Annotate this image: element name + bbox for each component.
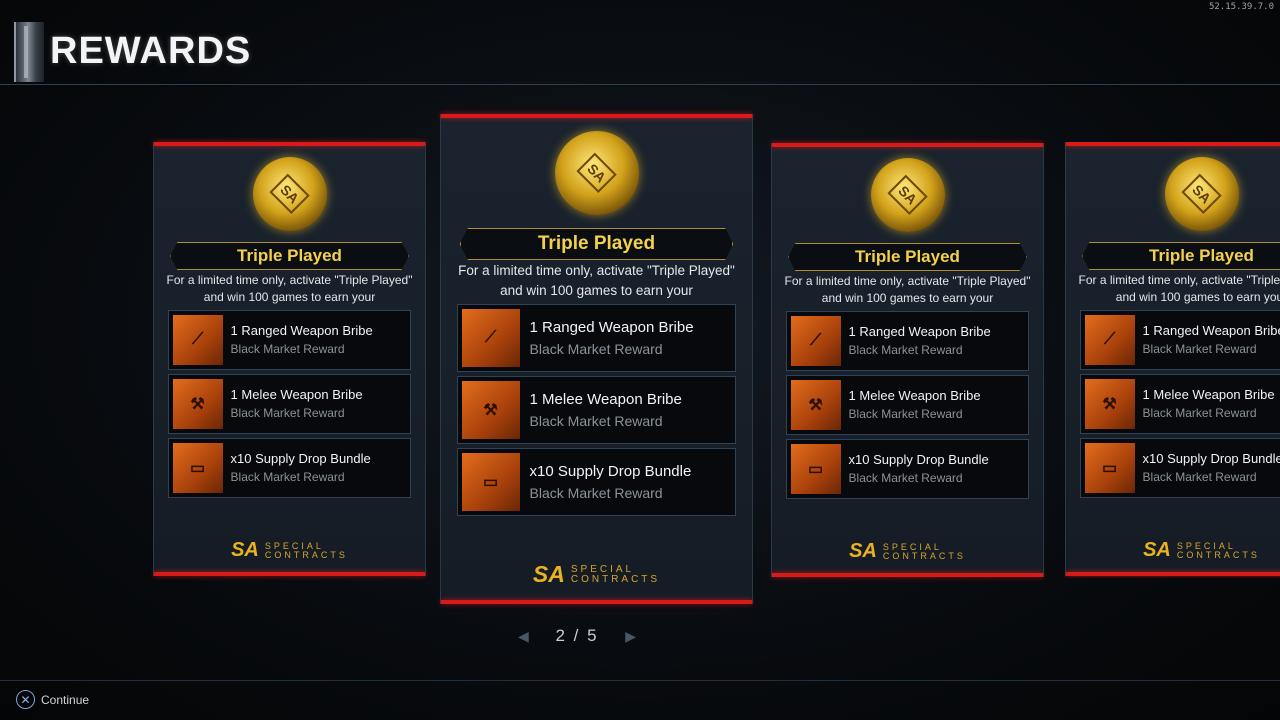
next-page-arrow-icon[interactable]: ▶ <box>625 628 636 645</box>
reward-item[interactable]: ▭ x10 Supply Drop Bundle Black Market Re… <box>785 439 1030 499</box>
continue-label: Continue <box>41 692 90 707</box>
card-bottom-accent <box>154 572 425 576</box>
special-contracts-logo: SA SPECIAL CONTRACTS <box>849 540 966 562</box>
item-subtitle: Black Market Reward <box>848 407 963 421</box>
reward-item[interactable]: ⚒ 1 Melee Weapon Bribe Black Market Rewa… <box>1079 374 1280 434</box>
item-subtitle: Black Market Reward <box>529 413 663 429</box>
card-bottom-accent <box>1066 572 1280 576</box>
card-top-accent <box>1066 142 1280 146</box>
reward-card-4[interactable]: SA Triple Played For a limited time only… <box>1065 142 1280 576</box>
chest-icon: ▭ <box>461 453 520 511</box>
pickaxe-icon: ⚒ <box>1084 379 1135 429</box>
card-bottom-accent <box>772 573 1043 577</box>
item-subtitle: Black Market Reward <box>230 470 345 484</box>
reward-item[interactable]: ⚒ 1 Melee Weapon Bribe Black Market Rewa… <box>456 376 737 444</box>
header: REWARDS <box>0 0 1280 86</box>
item-subtitle: Black Market Reward <box>230 406 345 420</box>
reward-card-4-clip: SA Triple Played For a limited time only… <box>1064 142 1280 578</box>
rifle-icon: ⟋ <box>790 316 841 366</box>
card-bottom-accent <box>441 600 752 604</box>
rifle-icon: ⟋ <box>461 309 520 367</box>
reward-item[interactable]: ▭ x10 Supply Drop Bundle Black Market Re… <box>1079 438 1280 498</box>
rifle-icon: ⟋ <box>172 315 223 365</box>
card-description: For a limited time only, activate "Tripl… <box>166 273 413 305</box>
item-name: 1 Ranged Weapon Bribe <box>1142 323 1280 338</box>
cross-button-icon: ✕ <box>16 690 35 709</box>
reward-card-2[interactable]: SA Triple Played For a limited time only… <box>440 114 753 604</box>
prev-page-arrow-icon[interactable]: ◀ <box>518 628 529 645</box>
card-top-accent <box>154 142 425 146</box>
item-subtitle: Black Market Reward <box>848 471 963 485</box>
item-subtitle: Black Market Reward <box>529 341 663 357</box>
pager: ◀ 2 / 5 ▶ <box>518 624 636 648</box>
reward-card-3[interactable]: SA Triple Played For a limited time only… <box>771 143 1044 577</box>
item-subtitle: Black Market Reward <box>1142 342 1257 356</box>
card-title: Triple Played <box>788 243 1027 271</box>
contract-medal-icon: SA <box>554 131 639 215</box>
card-top-accent <box>772 143 1043 147</box>
item-name: 1 Ranged Weapon Bribe <box>848 324 991 339</box>
item-subtitle: Black Market Reward <box>1142 470 1257 484</box>
rifle-icon: ⟋ <box>1084 315 1135 365</box>
contract-medal-icon: SA <box>870 158 945 232</box>
page-indicator: 2 / 5 <box>555 626 599 645</box>
page-title: REWARDS <box>50 30 252 72</box>
item-name: x10 Supply Drop Bundle <box>848 452 989 467</box>
reward-item[interactable]: ▭ x10 Supply Drop Bundle Black Market Re… <box>167 438 412 498</box>
reward-item[interactable]: ⟋ 1 Ranged Weapon Bribe Black Market Rew… <box>456 304 737 372</box>
reward-item[interactable]: ⟋ 1 Ranged Weapon Bribe Black Market Rew… <box>785 311 1030 371</box>
reward-item[interactable]: ⟋ 1 Ranged Weapon Bribe Black Market Rew… <box>1079 310 1280 370</box>
chest-icon: ▭ <box>172 443 223 493</box>
header-divider <box>0 84 1280 85</box>
contract-medal-icon: SA <box>252 157 327 231</box>
item-name: x10 Supply Drop Bundle <box>230 451 371 466</box>
card-title: Triple Played <box>170 242 409 270</box>
contract-medal-icon: SA <box>1165 157 1239 231</box>
card-top-accent <box>441 114 752 118</box>
special-contracts-logo: SA SPECIAL CONTRACTS <box>1143 539 1260 561</box>
special-contracts-logo: SA SPECIAL CONTRACTS <box>231 539 348 561</box>
footer-divider <box>0 680 1280 681</box>
item-name: 1 Melee Weapon Bribe <box>230 387 363 402</box>
card-description: For a limited time only, activate "Tripl… <box>1078 273 1280 305</box>
chest-icon: ▭ <box>1084 443 1135 493</box>
reward-card-1[interactable]: SA Triple Played For a limited time only… <box>153 142 426 576</box>
item-name: x10 Supply Drop Bundle <box>529 463 692 480</box>
pickaxe-icon: ⚒ <box>790 380 841 430</box>
pickaxe-icon: ⚒ <box>172 379 223 429</box>
item-name: 1 Melee Weapon Bribe <box>529 391 682 408</box>
reward-item[interactable]: ⚒ 1 Melee Weapon Bribe Black Market Rewa… <box>785 375 1030 435</box>
item-subtitle: Black Market Reward <box>529 485 663 501</box>
item-subtitle: Black Market Reward <box>1142 406 1257 420</box>
item-name: 1 Melee Weapon Bribe <box>848 388 981 403</box>
item-subtitle: Black Market Reward <box>848 343 963 357</box>
reward-item[interactable]: ▭ x10 Supply Drop Bundle Black Market Re… <box>456 448 737 516</box>
card-title: Triple Played <box>1082 242 1280 270</box>
continue-button[interactable]: ✕ Continue <box>16 690 89 709</box>
card-description: For a limited time only, activate "Tripl… <box>784 274 1031 306</box>
item-name: 1 Ranged Weapon Bribe <box>529 319 694 336</box>
item-name: 1 Ranged Weapon Bribe <box>230 323 373 338</box>
header-accent-bar <box>14 22 44 82</box>
item-name: x10 Supply Drop Bundle <box>1142 451 1280 466</box>
item-name: 1 Melee Weapon Bribe <box>1142 387 1275 402</box>
special-contracts-logo: SA SPECIAL CONTRACTS <box>532 561 661 587</box>
item-subtitle: Black Market Reward <box>230 342 345 356</box>
card-description: For a limited time only, activate "Tripl… <box>458 263 735 298</box>
chest-icon: ▭ <box>790 444 841 494</box>
reward-item[interactable]: ⚒ 1 Melee Weapon Bribe Black Market Rewa… <box>167 374 412 434</box>
card-title: Triple Played <box>459 228 734 260</box>
pickaxe-icon: ⚒ <box>461 381 520 439</box>
reward-item[interactable]: ⟋ 1 Ranged Weapon Bribe Black Market Rew… <box>167 310 412 370</box>
